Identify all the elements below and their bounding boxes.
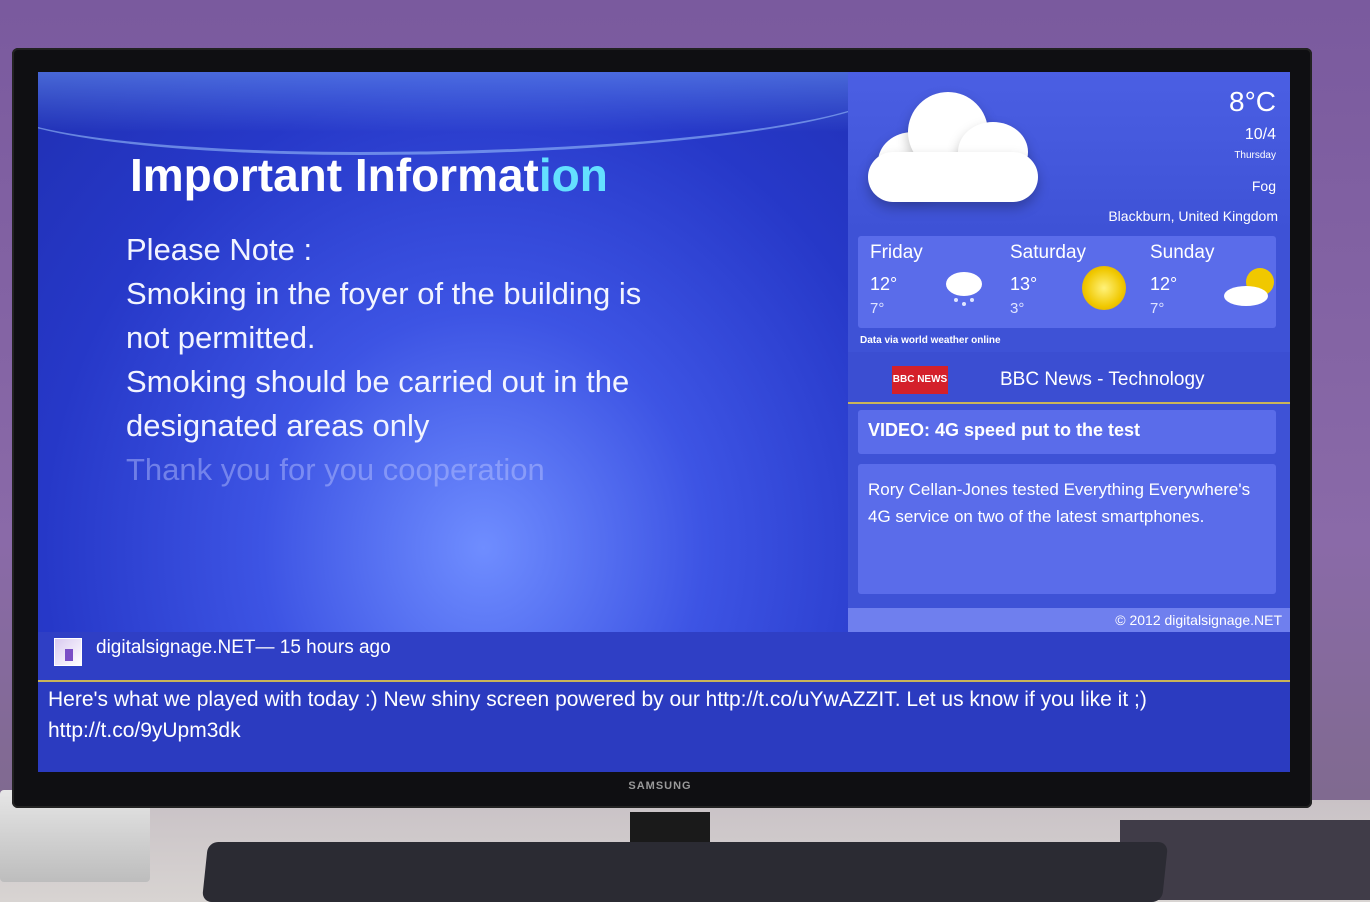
- forecast-high: 13°: [1010, 274, 1038, 294]
- forecast-high: 12°: [1150, 274, 1178, 294]
- slide-line: Smoking should be carried out in the: [126, 364, 630, 399]
- widget-panel: 8°C 10/4 Thursday Fog Blackburn, United …: [848, 72, 1290, 632]
- copyright-text: © 2012 digitalsignage.NET: [1115, 612, 1282, 628]
- current-temperature: 8°C: [1229, 86, 1276, 117]
- weather-condition: Fog: [1251, 178, 1276, 194]
- slide-faded-line: Thank you for you cooperation: [126, 452, 545, 487]
- ticker-source-bar: digitalsignage.NET— 15 hours ago: [38, 632, 1290, 682]
- slide-line: designated areas only: [126, 408, 430, 443]
- slide-title-tail: ion: [538, 149, 608, 201]
- cloud-icon: [858, 82, 1048, 212]
- news-header: BBC NEWS BBC News - Technology: [848, 352, 1290, 404]
- forecast-day: Sunday 12° 7°: [1138, 236, 1276, 328]
- weather-day: Thursday: [1234, 150, 1276, 161]
- slide-line: Smoking in the foyer of the building is: [126, 276, 642, 311]
- snow-cloud-icon: [942, 266, 986, 310]
- forecast-day: Friday 12° 7°: [858, 236, 996, 328]
- forecast-day: Saturday 13° 3°: [998, 236, 1136, 328]
- weather-location: Blackburn, United Kingdom: [1108, 208, 1278, 224]
- slide-body: Please Note : Smoking in the foyer of th…: [126, 228, 826, 492]
- weather-date: 10/4: [1244, 126, 1276, 143]
- news-summary: Rory Cellan-Jones tested Everything Ever…: [868, 480, 1251, 526]
- copyright-bar: © 2012 digitalsignage.NET: [848, 608, 1290, 632]
- sun-icon: [1082, 266, 1126, 310]
- signage-screen: Important Information Please Note : Smok…: [38, 72, 1290, 772]
- forecast-day-name: Friday: [870, 242, 923, 263]
- ticker-message: Here's what we played with today :) New …: [48, 688, 1147, 742]
- keyboard: [201, 842, 1169, 902]
- news-feed-title: BBC News - Technology: [1000, 369, 1205, 390]
- slide-wave-line: [38, 72, 898, 155]
- news-headline: VIDEO: 4G speed put to the test: [868, 420, 1141, 440]
- slide-line: Please Note :: [126, 232, 313, 267]
- forecast-low: 3°: [1010, 300, 1025, 317]
- news-summary-card: Rory Cellan-Jones tested Everything Ever…: [858, 464, 1276, 594]
- feed-avatar-icon: [54, 638, 82, 666]
- forecast-day-name: Saturday: [1010, 242, 1087, 263]
- forecast-day-name: Sunday: [1150, 242, 1215, 263]
- weather-attribution: Data via world weather online: [860, 335, 1001, 346]
- ticker-source: digitalsignage.NET— 15 hours ago: [96, 637, 391, 658]
- forecast-low: 7°: [870, 300, 885, 317]
- sun-cloud-icon: [1222, 266, 1274, 310]
- bbc-news-logo: BBC NEWS: [892, 366, 948, 394]
- slide-title-main: Important Informat: [130, 149, 539, 201]
- forecast-high: 12°: [870, 274, 898, 294]
- weather-forecast: Friday 12° 7° Saturday 13° 3° Sunday 12°: [858, 236, 1276, 328]
- tv-brand-label: SAMSUNG: [628, 780, 692, 792]
- news-headline-card: VIDEO: 4G speed put to the test: [858, 410, 1276, 454]
- slide-line: not permitted.: [126, 320, 316, 355]
- info-slide: Important Information Please Note : Smok…: [38, 72, 898, 632]
- slide-title: Important Information: [130, 148, 608, 202]
- forecast-low: 7°: [1150, 300, 1165, 317]
- weather-current: 8°C 10/4 Thursday Fog Blackburn, United …: [848, 72, 1290, 232]
